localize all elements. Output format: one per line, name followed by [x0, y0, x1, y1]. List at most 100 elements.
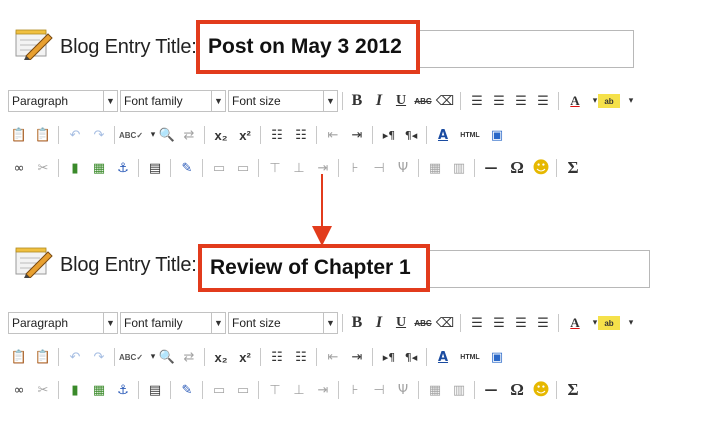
link-icon[interactable]: ∞	[8, 379, 30, 401]
style-props-icon[interactable]: A	[432, 346, 454, 368]
paste-word-icon[interactable]: 📋	[32, 124, 54, 146]
underline-button[interactable]: U	[390, 312, 412, 334]
italic-button[interactable]: I	[368, 312, 390, 334]
unlink-icon[interactable]: ✂	[32, 157, 54, 179]
delete-row-icon[interactable]: ⇥	[312, 379, 334, 401]
rtl-icon[interactable]: ¶◂	[400, 346, 422, 368]
cell-props-icon[interactable]: ▭	[232, 379, 254, 401]
media-icon[interactable]: ▤	[144, 379, 166, 401]
chevron-down-icon[interactable]: ▼	[211, 313, 225, 333]
outdent-icon[interactable]: ⇤	[322, 346, 344, 368]
split-cells-icon[interactable]: ▥	[448, 379, 470, 401]
image-icon[interactable]: ▦	[88, 157, 110, 179]
chevron-down-icon[interactable]: ▾	[620, 312, 642, 334]
col-before-icon[interactable]: ⊦	[344, 157, 366, 179]
paste-text-icon[interactable]: 📋	[8, 124, 30, 146]
align-justify-icon[interactable]: ☰	[532, 90, 554, 112]
indent-icon[interactable]: ⇥	[346, 124, 368, 146]
row-after-icon[interactable]: ⊥	[288, 379, 310, 401]
math-sigma-button[interactable]: Σ	[562, 379, 584, 401]
horizontal-rule-button[interactable]: —	[480, 157, 502, 179]
text-color-icon[interactable]: A	[564, 90, 586, 112]
delete-col-icon[interactable]: Ψ	[392, 379, 414, 401]
image-icon[interactable]: ▦	[88, 379, 110, 401]
ltr-icon[interactable]: ▸¶	[378, 124, 400, 146]
chevron-down-icon[interactable]: ▼	[103, 91, 117, 111]
emoticon-icon[interactable]: ☻	[530, 157, 552, 179]
table-props-icon[interactable]: ▭	[208, 157, 230, 179]
emoticon-icon[interactable]: ☻	[530, 379, 552, 401]
font-family-select[interactable]: Font family ▼	[120, 312, 226, 334]
table-props-icon[interactable]: ▭	[208, 379, 230, 401]
font-size-select[interactable]: Font size ▼	[228, 90, 338, 112]
merge-cells-icon[interactable]: ▦	[424, 157, 446, 179]
font-family-select[interactable]: Font family ▼	[120, 90, 226, 112]
page-break-icon[interactable]: ▮	[64, 379, 86, 401]
align-center-icon[interactable]: ☰	[488, 90, 510, 112]
edit-image-icon[interactable]: ✎	[176, 379, 198, 401]
align-right-icon[interactable]: ☰	[510, 312, 532, 334]
chevron-down-icon[interactable]: ▼	[323, 313, 337, 333]
anchor-icon[interactable]: ⚓	[112, 157, 134, 179]
ltr-icon[interactable]: ▸¶	[378, 346, 400, 368]
numbered-list-icon[interactable]: ☷	[290, 124, 312, 146]
strikethrough-button[interactable]: ABC	[412, 90, 434, 112]
format-select[interactable]: Paragraph ▼	[8, 312, 118, 334]
edit-image-icon[interactable]: ✎	[176, 157, 198, 179]
align-left-icon[interactable]: ☰	[466, 90, 488, 112]
chevron-down-icon[interactable]: ▼	[211, 91, 225, 111]
style-props-icon[interactable]: A	[432, 124, 454, 146]
undo-icon[interactable]: ↶	[64, 124, 86, 146]
bullet-list-icon[interactable]: ☷	[266, 346, 288, 368]
paste-word-icon[interactable]: 📋	[32, 346, 54, 368]
format-select[interactable]: Paragraph ▼	[8, 90, 118, 112]
italic-button[interactable]: I	[368, 90, 390, 112]
col-before-icon[interactable]: ⊦	[344, 379, 366, 401]
align-center-icon[interactable]: ☰	[488, 312, 510, 334]
chevron-down-icon[interactable]: ▼	[103, 313, 117, 333]
split-cells-icon[interactable]: ▥	[448, 157, 470, 179]
indent-icon[interactable]: ⇥	[346, 346, 368, 368]
paste-text-icon[interactable]: 📋	[8, 346, 30, 368]
fullscreen-icon[interactable]: ▣	[486, 124, 508, 146]
replace-icon[interactable]: ⇄	[178, 346, 200, 368]
math-sigma-button[interactable]: Σ	[562, 157, 584, 179]
eraser-icon[interactable]: ⌫	[434, 90, 456, 112]
bullet-list-icon[interactable]: ☷	[266, 124, 288, 146]
replace-icon[interactable]: ⇄	[178, 124, 200, 146]
col-after-icon[interactable]: ⊣	[368, 157, 390, 179]
strikethrough-button[interactable]: ABC	[412, 312, 434, 334]
special-char-button[interactable]: Ω	[506, 157, 528, 179]
align-justify-icon[interactable]: ☰	[532, 312, 554, 334]
merge-cells-icon[interactable]: ▦	[424, 379, 446, 401]
rtl-icon[interactable]: ¶◂	[400, 124, 422, 146]
special-char-button[interactable]: Ω	[506, 379, 528, 401]
numbered-list-icon[interactable]: ☷	[290, 346, 312, 368]
anchor-icon[interactable]: ⚓	[112, 379, 134, 401]
html-source-button[interactable]: HTML	[456, 346, 484, 368]
text-color-icon[interactable]: A	[564, 312, 586, 334]
col-after-icon[interactable]: ⊣	[368, 379, 390, 401]
html-source-button[interactable]: HTML	[456, 124, 484, 146]
find-icon[interactable]: 🔍	[156, 124, 178, 146]
delete-col-icon[interactable]: Ψ	[392, 157, 414, 179]
undo-icon[interactable]: ↶	[64, 346, 86, 368]
page-break-icon[interactable]: ▮	[64, 157, 86, 179]
link-icon[interactable]: ∞	[8, 157, 30, 179]
chevron-down-icon[interactable]: ▾	[620, 90, 642, 112]
bold-button[interactable]: B	[346, 312, 368, 334]
subscript-button[interactable]: x₂	[210, 346, 232, 368]
unlink-icon[interactable]: ✂	[32, 379, 54, 401]
highlight-color-icon[interactable]: ab	[598, 94, 620, 108]
redo-icon[interactable]: ↷	[88, 346, 110, 368]
spellcheck-icon[interactable]: ABC✓	[119, 346, 143, 368]
eraser-icon[interactable]: ⌫	[434, 312, 456, 334]
align-right-icon[interactable]: ☰	[510, 90, 532, 112]
superscript-button[interactable]: x²	[234, 346, 256, 368]
redo-icon[interactable]: ↷	[88, 124, 110, 146]
outdent-icon[interactable]: ⇤	[322, 124, 344, 146]
subscript-button[interactable]: x₂	[210, 124, 232, 146]
cell-props-icon[interactable]: ▭	[232, 157, 254, 179]
bold-button[interactable]: B	[346, 90, 368, 112]
row-before-icon[interactable]: ⊤	[264, 157, 286, 179]
